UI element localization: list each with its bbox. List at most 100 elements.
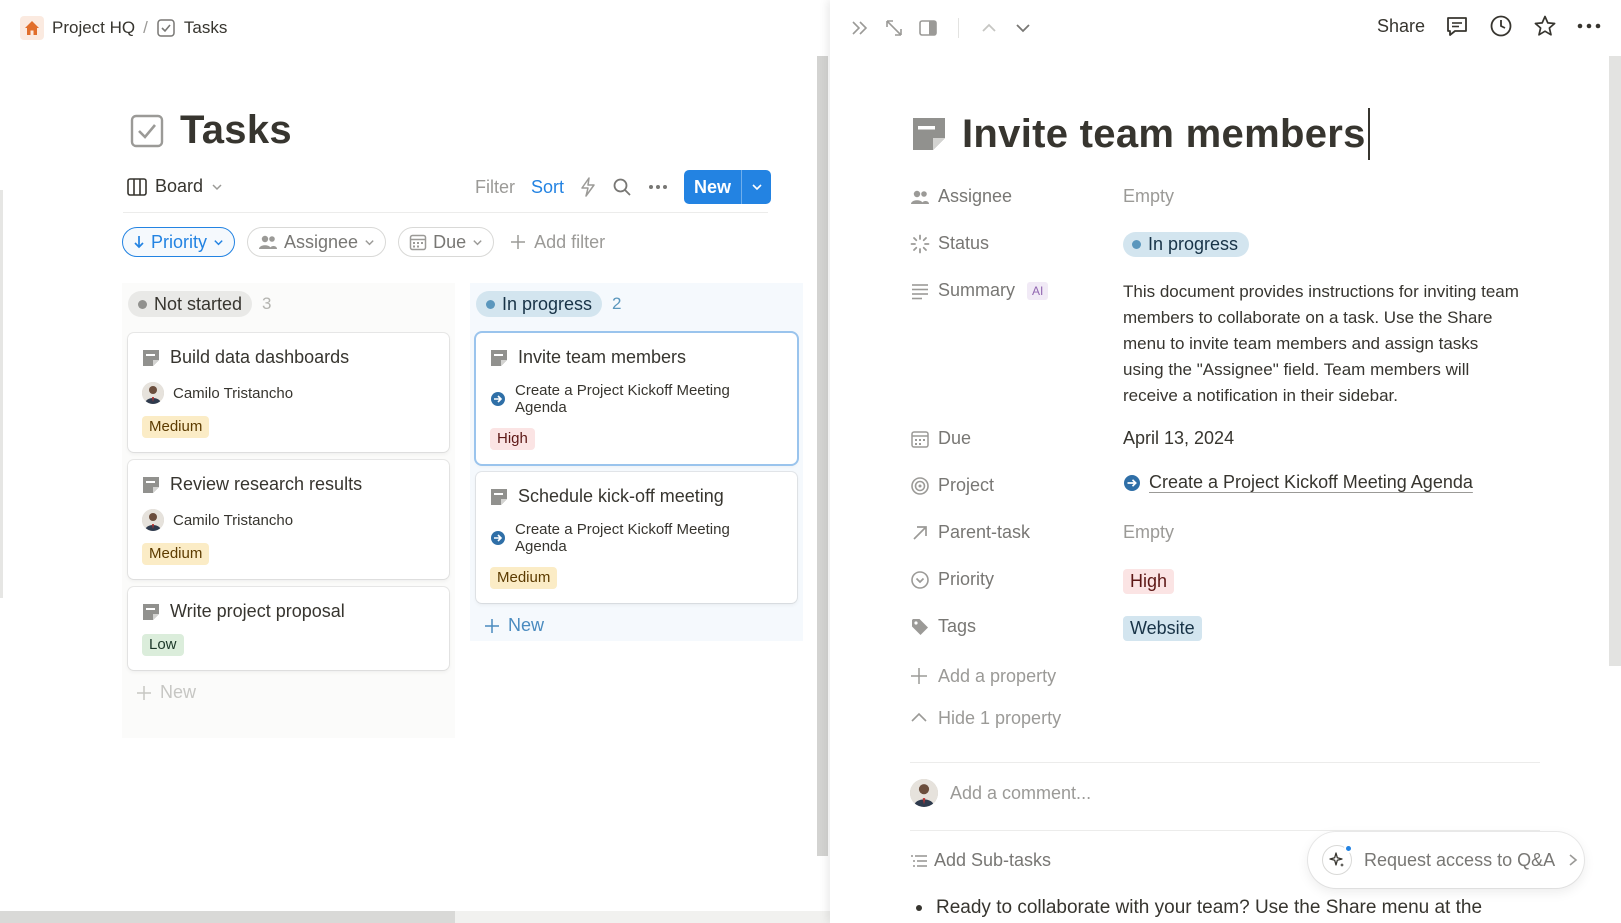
- status-badge[interactable]: In progress: [1123, 232, 1250, 257]
- summary-value[interactable]: This document provides instructions for …: [1123, 279, 1523, 409]
- parent-task-value[interactable]: Empty: [1123, 514, 1540, 543]
- card-title: Build data dashboards: [170, 347, 350, 367]
- more-icon[interactable]: [1577, 23, 1601, 29]
- project-value: Create a Project Kickoff Meeting Agenda: [1149, 472, 1473, 492]
- chevron-circle-icon: [910, 570, 930, 590]
- vertical-scrollbar[interactable]: [817, 56, 828, 856]
- share-button[interactable]: Share: [1377, 16, 1425, 37]
- priority-tag: Medium: [142, 416, 210, 438]
- priority-tag: Low: [142, 634, 184, 656]
- search-icon[interactable]: [612, 177, 632, 197]
- hide-property-button[interactable]: Hide 1 property: [910, 697, 1540, 739]
- sidebar-icon[interactable]: [918, 18, 938, 38]
- peek-title[interactable]: Invite team members: [962, 112, 1366, 157]
- priority-tag: High: [490, 428, 535, 450]
- page-title[interactable]: Tasks: [180, 108, 292, 153]
- card-project[interactable]: Create a Project Kickoff Meeting Agenda: [515, 382, 783, 416]
- breadcrumb-separator: /: [143, 18, 148, 37]
- more-icon[interactable]: [648, 184, 668, 190]
- body-text: Ready to collaborate with your team? Use…: [936, 897, 1483, 918]
- toolbar-divider: [123, 212, 768, 213]
- breadcrumb-workspace[interactable]: Project HQ: [52, 18, 135, 38]
- filter-button[interactable]: Filter: [475, 177, 515, 198]
- view-switcher[interactable]: Board: [127, 176, 223, 197]
- property-label: Due: [938, 428, 972, 448]
- sort-button[interactable]: Sort: [531, 177, 564, 198]
- list-icon: [910, 853, 928, 869]
- board-card[interactable]: Write project proposal Low: [128, 587, 449, 670]
- request-qa-button[interactable]: Request access to Q&A: [1308, 832, 1584, 888]
- calendar-icon: [409, 233, 427, 251]
- add-filter-button[interactable]: Add filter: [506, 232, 605, 253]
- priority-filter[interactable]: Priority: [122, 227, 236, 257]
- chevron-down-icon[interactable]: [1013, 18, 1033, 38]
- add-subtasks-heading[interactable]: Add Sub-tasks: [910, 850, 1051, 871]
- checkbox-icon: [130, 114, 164, 148]
- comment-composer[interactable]: Add a comment...: [910, 779, 1091, 807]
- clock-icon[interactable]: [1489, 14, 1513, 38]
- peek-panel: Share Invite team members Assignee Empty…: [830, 0, 1621, 923]
- property-label: Parent-task: [938, 522, 1031, 542]
- property-list: Assignee Empty Status In progress Summar…: [910, 178, 1540, 739]
- checkbox-icon: [156, 18, 176, 38]
- due-value[interactable]: April 13, 2024: [1123, 420, 1540, 449]
- left-edge: [0, 190, 3, 598]
- comment-icon[interactable]: [1445, 14, 1469, 38]
- target-icon: [910, 476, 930, 496]
- notification-dot: [1344, 844, 1353, 853]
- board-card[interactable]: Build data dashboards Camilo Tristancho …: [128, 333, 449, 452]
- chevron-up-icon[interactable]: [979, 18, 999, 38]
- chevron-down-icon[interactable]: [741, 170, 771, 204]
- star-icon[interactable]: [1533, 14, 1557, 38]
- property-label: Priority: [938, 569, 995, 589]
- comment-input[interactable]: Add a comment...: [950, 783, 1091, 804]
- project-link[interactable]: Create a Project Kickoff Meeting Agenda: [1123, 472, 1473, 493]
- plus-icon: [910, 667, 928, 685]
- divider: [910, 762, 1540, 763]
- vertical-scrollbar[interactable]: [1609, 56, 1621, 666]
- nav-separator: [958, 18, 959, 38]
- page-header: Tasks: [130, 108, 292, 153]
- board-card[interactable]: Review research results Camilo Tristanch…: [128, 460, 449, 579]
- priority-tag[interactable]: High: [1123, 569, 1175, 594]
- doc-icon[interactable]: [912, 117, 946, 151]
- plus-icon: [136, 685, 152, 701]
- add-property-button[interactable]: Add a property: [910, 655, 1540, 697]
- chevrons-right-icon[interactable]: [850, 18, 870, 38]
- property-summary: Summary AI This document provides instru…: [910, 272, 1540, 420]
- property-due: Due April 13, 2024: [910, 420, 1540, 467]
- property-priority: Priority High: [910, 561, 1540, 608]
- card-title: Write project proposal: [170, 601, 345, 621]
- column-new-label: New: [160, 682, 197, 702]
- new-button-label[interactable]: New: [684, 170, 741, 204]
- board-card[interactable]: Schedule kick-off meeting Create a Proje…: [476, 472, 797, 603]
- assignee-filter[interactable]: Assignee: [247, 227, 387, 257]
- doc-icon: [142, 349, 160, 367]
- priority-tag: Medium: [142, 543, 210, 565]
- card-project[interactable]: Create a Project Kickoff Meeting Agenda: [515, 521, 783, 555]
- breadcrumb-page[interactable]: Tasks: [184, 18, 227, 38]
- expand-icon[interactable]: [884, 18, 904, 38]
- filter-bar: Priority Assignee Due Add filter: [122, 227, 605, 257]
- board-card-selected[interactable]: Invite team members Create a Project Kic…: [476, 333, 797, 464]
- column-header: In progress 2: [470, 283, 803, 325]
- database-toolbar: Board Filter Sort New: [125, 170, 771, 210]
- column-new-button[interactable]: New: [136, 682, 455, 703]
- bolt-icon[interactable]: [580, 177, 596, 197]
- column-header: Not started 3: [122, 283, 455, 325]
- assignee-value[interactable]: Empty: [1123, 178, 1540, 207]
- column-new-button[interactable]: New: [484, 615, 803, 636]
- new-button[interactable]: New: [683, 170, 771, 204]
- priority-filter-label: Priority: [151, 231, 208, 252]
- status-value: In progress: [1148, 234, 1239, 254]
- property-project: Project Create a Project Kickoff Meeting…: [910, 467, 1540, 514]
- status-badge: In progress: [476, 291, 603, 317]
- tag-chip[interactable]: Website: [1123, 616, 1202, 641]
- due-filter[interactable]: Due: [398, 227, 495, 257]
- plus-icon: [484, 618, 500, 634]
- arrow-up-right-icon: [910, 523, 930, 543]
- body-bullet[interactable]: Ready to collaborate with your team? Use…: [916, 897, 1482, 919]
- horizontal-scrollbar[interactable]: [0, 911, 455, 923]
- card-title: Invite team members: [518, 347, 687, 367]
- people-icon: [910, 187, 930, 207]
